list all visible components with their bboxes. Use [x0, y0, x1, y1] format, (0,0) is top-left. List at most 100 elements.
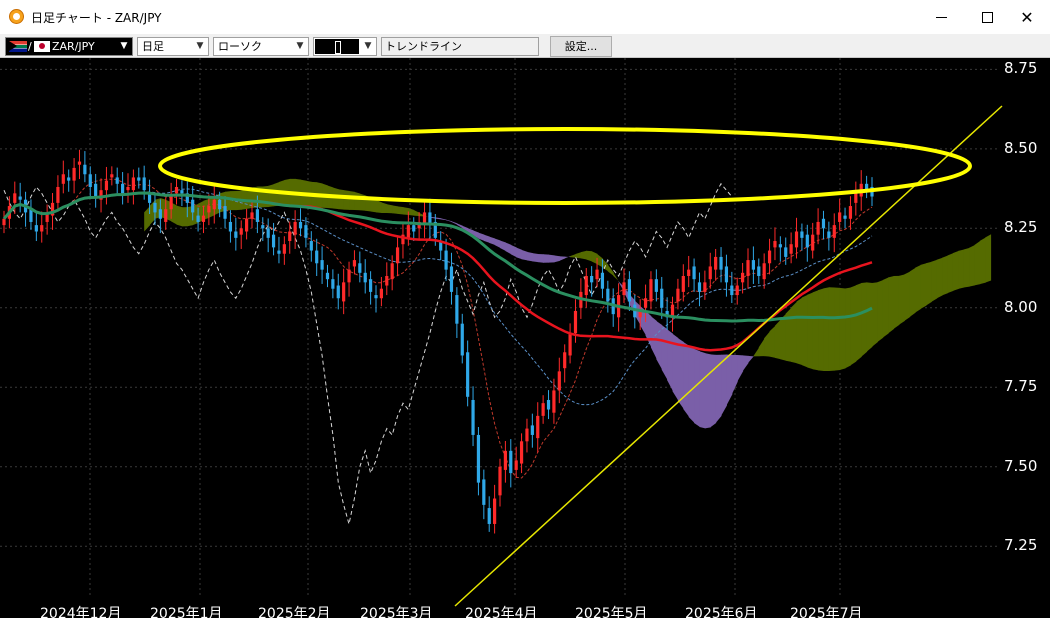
ichimoku-cloud-segment [974, 240, 981, 286]
ichimoku-cloud-segment [553, 255, 560, 263]
ichimoku-cloud-segment [985, 234, 992, 283]
ichimoku-cloud-segment [834, 287, 841, 371]
candle-body [821, 218, 826, 229]
ichimoku-cloud-segment [489, 236, 496, 245]
minimize-button[interactable] [918, 0, 964, 34]
candle-body [271, 234, 276, 248]
candle-body [390, 263, 394, 280]
x-axis-tick-label: 2025年2月 [258, 606, 331, 618]
candle-body [660, 288, 664, 308]
chevron-down-icon: ▼ [364, 41, 372, 51]
candle-body [843, 215, 847, 219]
candle-body [363, 272, 367, 283]
drawing-tool-field[interactable]: トレンドライン [381, 37, 539, 56]
ichimoku-cloud-segment [947, 253, 954, 294]
chevron-down-icon: ▼ [296, 41, 304, 51]
candle-body [762, 263, 766, 280]
candle-body [536, 415, 540, 439]
candle-body [449, 266, 454, 292]
maximize-icon [981, 11, 993, 23]
ichimoku-cloud-segment [349, 190, 355, 210]
moving-average-short-line [3, 191, 873, 352]
ichimoku-cloud-segment [726, 354, 733, 406]
candle-body [309, 241, 313, 251]
y-axis-tick-label: 7.75 [1004, 377, 1038, 396]
candle-body [590, 275, 594, 283]
candle-body [142, 177, 146, 191]
ichimoku-cloud-segment [888, 275, 895, 334]
candle-body [622, 282, 626, 296]
ichimoku-cloud-segment [893, 275, 900, 329]
candle-body [741, 272, 745, 283]
ichimoku-cloud-segment [828, 287, 835, 371]
candle-body [331, 279, 335, 289]
ichimoku-cloud-segment [855, 282, 862, 362]
candle-body [805, 234, 809, 248]
candle-body [514, 460, 518, 470]
chart-type-select[interactable]: ローソク ▼ [213, 37, 309, 56]
ichimoku-cloud-segment [510, 244, 517, 258]
candle-body [320, 260, 324, 270]
candle-body [406, 225, 410, 238]
candle-body [83, 164, 87, 175]
timeframe-select[interactable]: 日足 ▼ [137, 37, 209, 56]
line-style-select[interactable]: ▼ [313, 37, 377, 56]
symbol-select[interactable]: / ZAR/JPY ▼ [5, 37, 133, 56]
candle-body [455, 295, 459, 324]
ichimoku-cloud-segment [338, 189, 345, 210]
candle-body [13, 193, 17, 203]
app-logo-icon [9, 9, 24, 24]
candle-body [18, 196, 22, 200]
candle-body [493, 498, 497, 524]
ichimoku-cloud-segment [650, 316, 657, 360]
candle-body [395, 247, 400, 264]
ichimoku-cloud-segment [564, 256, 571, 259]
candle-body [600, 272, 605, 289]
candle-body [552, 390, 556, 413]
candle-body [730, 285, 734, 296]
ichimoku-cloud-segment [392, 205, 399, 214]
ichimoku-cloud-segment [872, 282, 878, 347]
ichimoku-cloud-segment [721, 354, 727, 416]
japan-flag-icon [34, 41, 50, 52]
candle-body [137, 177, 141, 181]
ichimoku-cloud-segment [796, 297, 803, 366]
ichimoku-cloud-segment [397, 206, 404, 215]
chart-toolbar: / ZAR/JPY ▼ 日足 ▼ ローソク ▼ ▼ トレンドライン 設定... [0, 34, 1050, 58]
line-style-swatch-icon [315, 39, 359, 54]
candle-body [223, 206, 227, 219]
candle-body [94, 183, 98, 197]
close-icon: ✕ [1020, 7, 1034, 27]
close-button[interactable]: ✕ [1004, 0, 1050, 34]
candle-body [557, 371, 561, 391]
settings-button[interactable]: 設定... [550, 36, 612, 57]
ichimoku-cloud-segment [866, 282, 873, 352]
ichimoku-cloud-segment [758, 338, 765, 357]
x-axis-tick-label: 2025年3月 [360, 606, 433, 618]
ichimoku-cloud-segment [451, 221, 458, 225]
ichimoku-cloud-segment [904, 271, 911, 321]
ichimoku-cloud-segment [742, 355, 749, 372]
window-title: 日足チャート - ZAR/JPY [31, 11, 162, 25]
candle-body [708, 266, 712, 280]
ichimoku-cloud-segment [543, 254, 550, 263]
candle-body [245, 218, 249, 232]
ichimoku-cloud-segment [688, 345, 695, 424]
x-axis-tick-label: 2025年7月 [790, 606, 863, 618]
candle-body [164, 209, 168, 222]
candle-body [293, 221, 297, 235]
ichimoku-cloud-segment [818, 288, 824, 371]
ichimoku-cloud-segment [861, 282, 868, 357]
candle-body [811, 234, 815, 251]
price-chart[interactable]: 8.75 8.50 8.25 8.00 7.75 7.50 7.25 2024年12月 202… [0, 58, 1050, 618]
candle-body [228, 221, 233, 232]
ichimoku-cloud-segment [343, 190, 350, 210]
ichimoku-cloud-segment [909, 267, 916, 317]
ichimoku-cloud-segment [376, 199, 382, 214]
candle-body [239, 228, 243, 235]
ichimoku-cloud-segment [952, 250, 959, 291]
ichimoku-cloud-segment [354, 191, 361, 211]
candle-body [757, 266, 761, 276]
candle-body [261, 225, 265, 229]
candle-body [40, 225, 44, 232]
